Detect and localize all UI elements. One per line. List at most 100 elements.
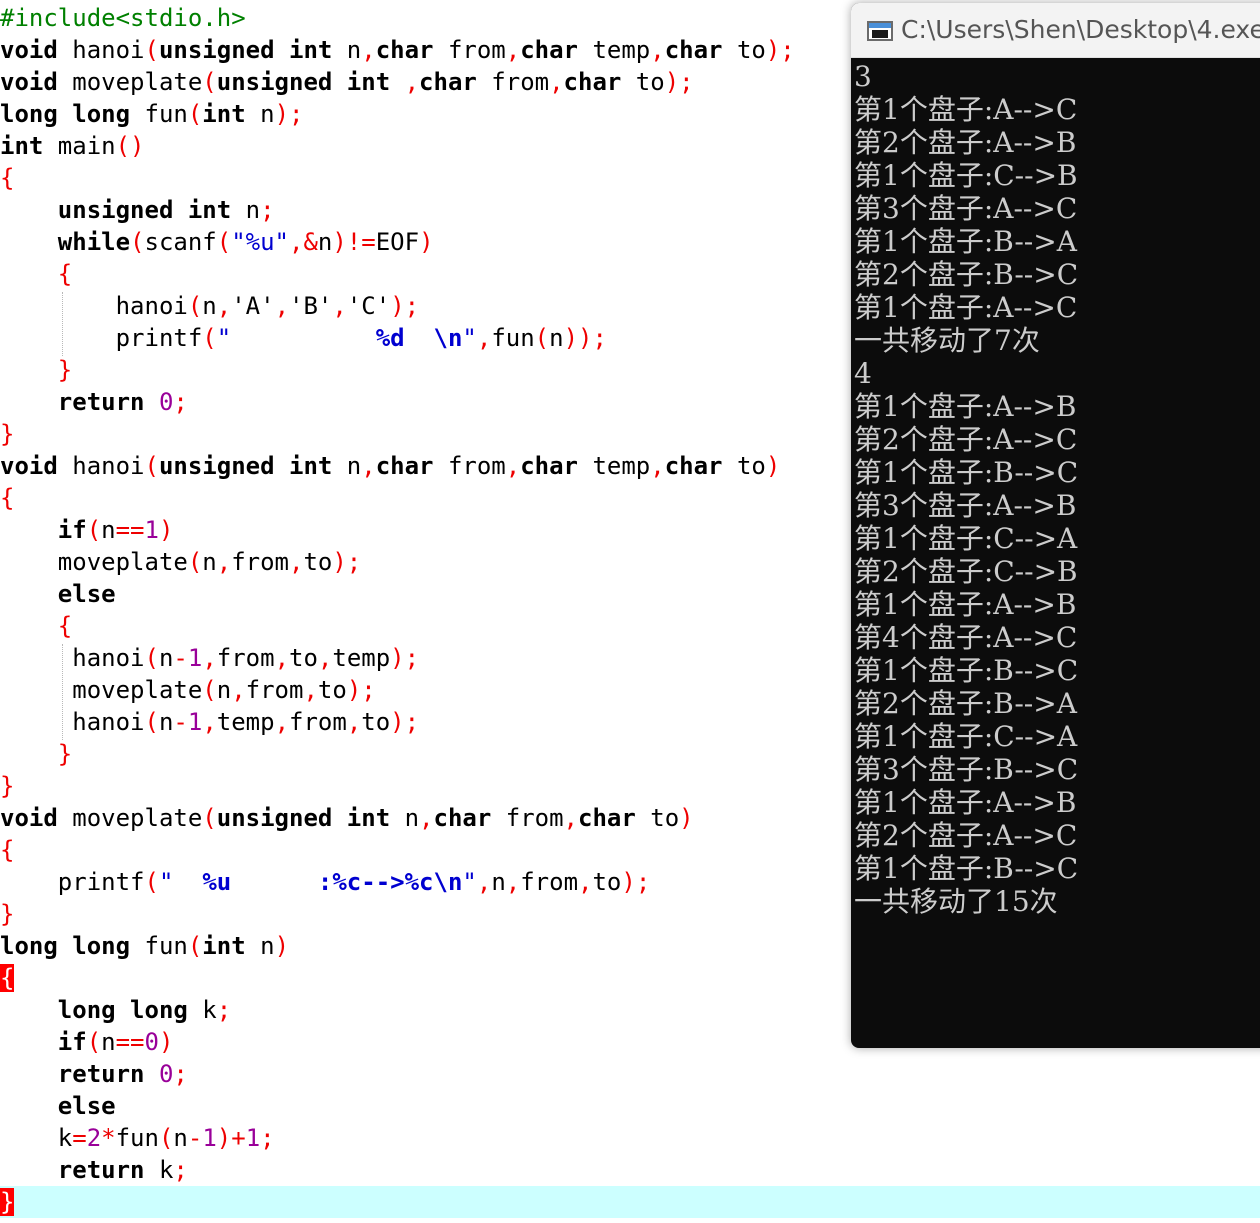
code-token: from xyxy=(216,644,275,672)
code-token: } xyxy=(57,356,73,384)
console-output-line: 一共移动了7次 xyxy=(854,324,1040,357)
code-token: k xyxy=(57,1124,73,1152)
code-token: n xyxy=(332,36,362,64)
code-token: n xyxy=(216,676,232,704)
code-token: n xyxy=(158,708,174,736)
code-token: } xyxy=(57,740,73,768)
code-token: return xyxy=(57,1060,145,1088)
code-token: ( xyxy=(187,932,203,960)
code-token: , xyxy=(476,868,492,896)
code-token: n xyxy=(231,196,261,224)
code-token: { xyxy=(0,836,15,864)
code-line[interactable]: else xyxy=(0,1090,1260,1122)
code-token: n xyxy=(101,516,116,544)
code-token: n xyxy=(101,1028,116,1056)
code-token: n xyxy=(173,1124,188,1152)
console-output-line: 4 xyxy=(854,357,872,390)
code-token: void xyxy=(0,36,58,64)
console-output-line: 第3个盘子:B-->C xyxy=(854,753,1079,786)
code-token: %u :%c-->%c\n xyxy=(202,868,463,896)
code-token: k xyxy=(187,996,217,1024)
code-token: char xyxy=(520,452,578,480)
code-token: ); xyxy=(621,868,651,896)
code-token: long long xyxy=(0,932,131,960)
code-editor[interactable]: #include<stdio.h> void hanoi ( unsigned int… xyxy=(0,0,1260,1223)
code-token: n xyxy=(245,100,275,128)
code-token: ; xyxy=(216,996,232,1024)
code-token: hanoi xyxy=(115,292,188,320)
code-token: , xyxy=(361,452,376,480)
code-token: printf xyxy=(57,868,145,896)
code-token: ) xyxy=(419,228,434,256)
code-token: hanoi xyxy=(72,644,145,672)
code-token: return xyxy=(57,388,145,416)
code-token: 0 xyxy=(144,1028,159,1056)
code-token: #include<stdio.h> xyxy=(0,4,246,32)
code-line[interactable]: } xyxy=(0,1186,1260,1218)
code-token: 1 xyxy=(187,644,203,672)
code-token: { xyxy=(57,260,73,288)
code-token: else xyxy=(57,1092,116,1120)
code-token: " xyxy=(158,868,203,896)
console-output-line: 第1个盘子:C-->A xyxy=(854,720,1078,753)
code-token: 'B' xyxy=(289,292,333,320)
code-token: ; xyxy=(173,1060,188,1088)
code-token: ) xyxy=(274,932,290,960)
code-token: ); xyxy=(390,292,420,320)
code-token: { xyxy=(0,964,15,992)
code-token: * xyxy=(101,1124,116,1152)
code-token: moveplate xyxy=(57,804,203,832)
code-token: ( xyxy=(216,228,232,256)
code-line[interactable]: return 0; xyxy=(0,1058,1260,1090)
code-token: ( xyxy=(202,676,217,704)
console-window[interactable]: C:\Users\Shen\Desktop\4.exe 3 第1个盘子:A-->C… xyxy=(851,3,1260,1048)
code-token: n xyxy=(549,324,564,352)
code-token: char xyxy=(419,68,477,96)
console-titlebar[interactable]: C:\Users\Shen\Desktop\4.exe xyxy=(851,3,1260,58)
code-token: char xyxy=(664,452,723,480)
code-token: ( xyxy=(144,36,159,64)
code-token: { xyxy=(57,612,73,640)
code-token: to xyxy=(592,868,622,896)
console-app-icon xyxy=(867,21,893,41)
code-token: char xyxy=(563,68,622,96)
code-token: ( xyxy=(130,228,145,256)
code-token: if xyxy=(57,516,87,544)
code-token: ( xyxy=(187,100,203,128)
code-token: to xyxy=(317,676,347,704)
code-token: return xyxy=(57,1156,145,1184)
code-token: )); xyxy=(563,324,607,352)
code-token: char xyxy=(664,36,723,64)
code-token: , xyxy=(332,292,347,320)
code-token: temp xyxy=(216,708,275,736)
code-token: ); xyxy=(765,36,795,64)
console-title: C:\Users\Shen\Desktop\4.exe xyxy=(901,15,1260,44)
code-token: , xyxy=(216,548,232,576)
code-token: ; xyxy=(173,388,188,416)
code-line[interactable]: k=2*fun(n-1)+1; xyxy=(0,1122,1260,1154)
console-output-line: 第1个盘子:A-->B xyxy=(854,390,1077,423)
code-token: while xyxy=(57,228,131,256)
code-token: , xyxy=(419,804,434,832)
code-token: n xyxy=(491,868,506,896)
code-token: 'A' xyxy=(231,292,275,320)
code-token: void xyxy=(0,452,58,480)
code-line[interactable]: return k; xyxy=(0,1154,1260,1186)
code-token: , xyxy=(274,708,290,736)
console-output-line: 第2个盘子:B-->C xyxy=(854,258,1079,291)
code-token: scanf xyxy=(144,228,217,256)
code-token: , xyxy=(274,292,290,320)
console-output-line: 第2个盘子:C-->B xyxy=(854,555,1078,588)
code-token: n xyxy=(245,932,275,960)
code-token: = xyxy=(72,1124,87,1152)
console-output-line: 第1个盘子:A-->C xyxy=(854,93,1078,126)
code-token: 1 xyxy=(144,516,159,544)
code-token: int xyxy=(0,132,44,160)
code-token: unsigned int xyxy=(57,196,232,224)
